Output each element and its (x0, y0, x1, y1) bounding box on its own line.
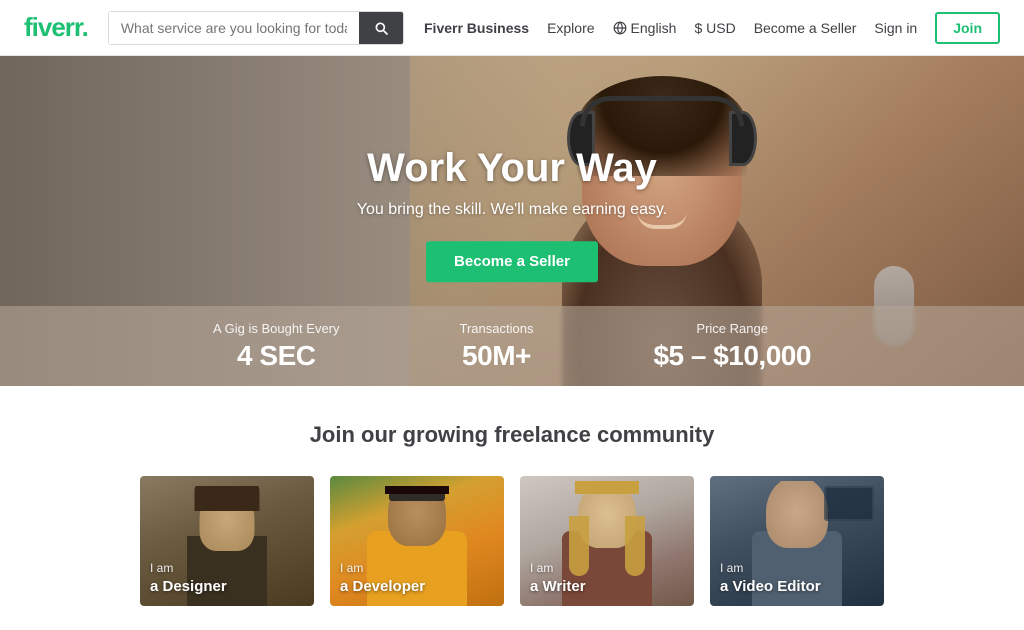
nav-currency[interactable]: $ USD (694, 20, 735, 36)
search-input[interactable] (109, 12, 359, 44)
nav-language[interactable]: English (613, 20, 677, 36)
navbar-links: Fiverr Business Explore English $ USD Be… (424, 12, 1000, 44)
nav-fiverr-business[interactable]: Fiverr Business (424, 20, 529, 36)
stat-price: Price Range $5 – $10,000 (653, 321, 811, 372)
stat-gig-value: 4 SEC (213, 340, 339, 372)
stat-price-value: $5 – $10,000 (653, 340, 811, 372)
hero-section: Work Your Way You bring the skill. We'll… (0, 56, 1024, 386)
logo-dot: . (82, 12, 88, 42)
stat-transactions-label: Transactions (460, 321, 534, 336)
community-title: Join our growing freelance community (24, 422, 1000, 448)
globe-icon (613, 21, 627, 35)
stats-bar: A Gig is Bought Every 4 SEC Transactions… (0, 306, 1024, 386)
card-developer[interactable]: I am a Developer (330, 476, 504, 606)
card-writer[interactable]: I am a Writer (520, 476, 694, 606)
become-seller-button[interactable]: Become a Seller (426, 241, 598, 282)
stat-gig: A Gig is Bought Every 4 SEC (213, 321, 339, 372)
hero-title: Work Your Way (262, 146, 762, 191)
community-grid: I am a Designer I am a Developer (24, 476, 1000, 606)
card-designer-label: I am a Designer (150, 561, 227, 596)
nav-become-seller[interactable]: Become a Seller (754, 20, 857, 36)
navbar: fiverr. Fiverr Business Explore English … (0, 0, 1024, 56)
stat-gig-label: A Gig is Bought Every (213, 321, 339, 336)
hero-subtitle: You bring the skill. We'll make earning … (262, 201, 762, 219)
logo[interactable]: fiverr. (24, 12, 88, 43)
card-video-editor-label: I am a Video Editor (720, 561, 821, 596)
card-designer[interactable]: I am a Designer (140, 476, 314, 606)
search-icon (373, 20, 389, 36)
community-section: Join our growing freelance community I a… (0, 386, 1024, 630)
nav-sign-in[interactable]: Sign in (874, 20, 917, 36)
join-button[interactable]: Join (935, 12, 1000, 44)
hero-content: Work Your Way You bring the skill. We'll… (262, 146, 762, 282)
stat-price-label: Price Range (653, 321, 811, 336)
logo-text: fiverr (24, 12, 82, 42)
stat-transactions-value: 50M+ (460, 340, 534, 372)
language-label: English (631, 20, 677, 36)
card-writer-label: I am a Writer (530, 561, 586, 596)
stat-transactions: Transactions 50M+ (460, 321, 534, 372)
card-video-editor[interactable]: I am a Video Editor (710, 476, 884, 606)
search-bar (108, 11, 404, 45)
nav-explore[interactable]: Explore (547, 20, 594, 36)
search-button[interactable] (359, 12, 403, 44)
card-developer-label: I am a Developer (340, 561, 425, 596)
